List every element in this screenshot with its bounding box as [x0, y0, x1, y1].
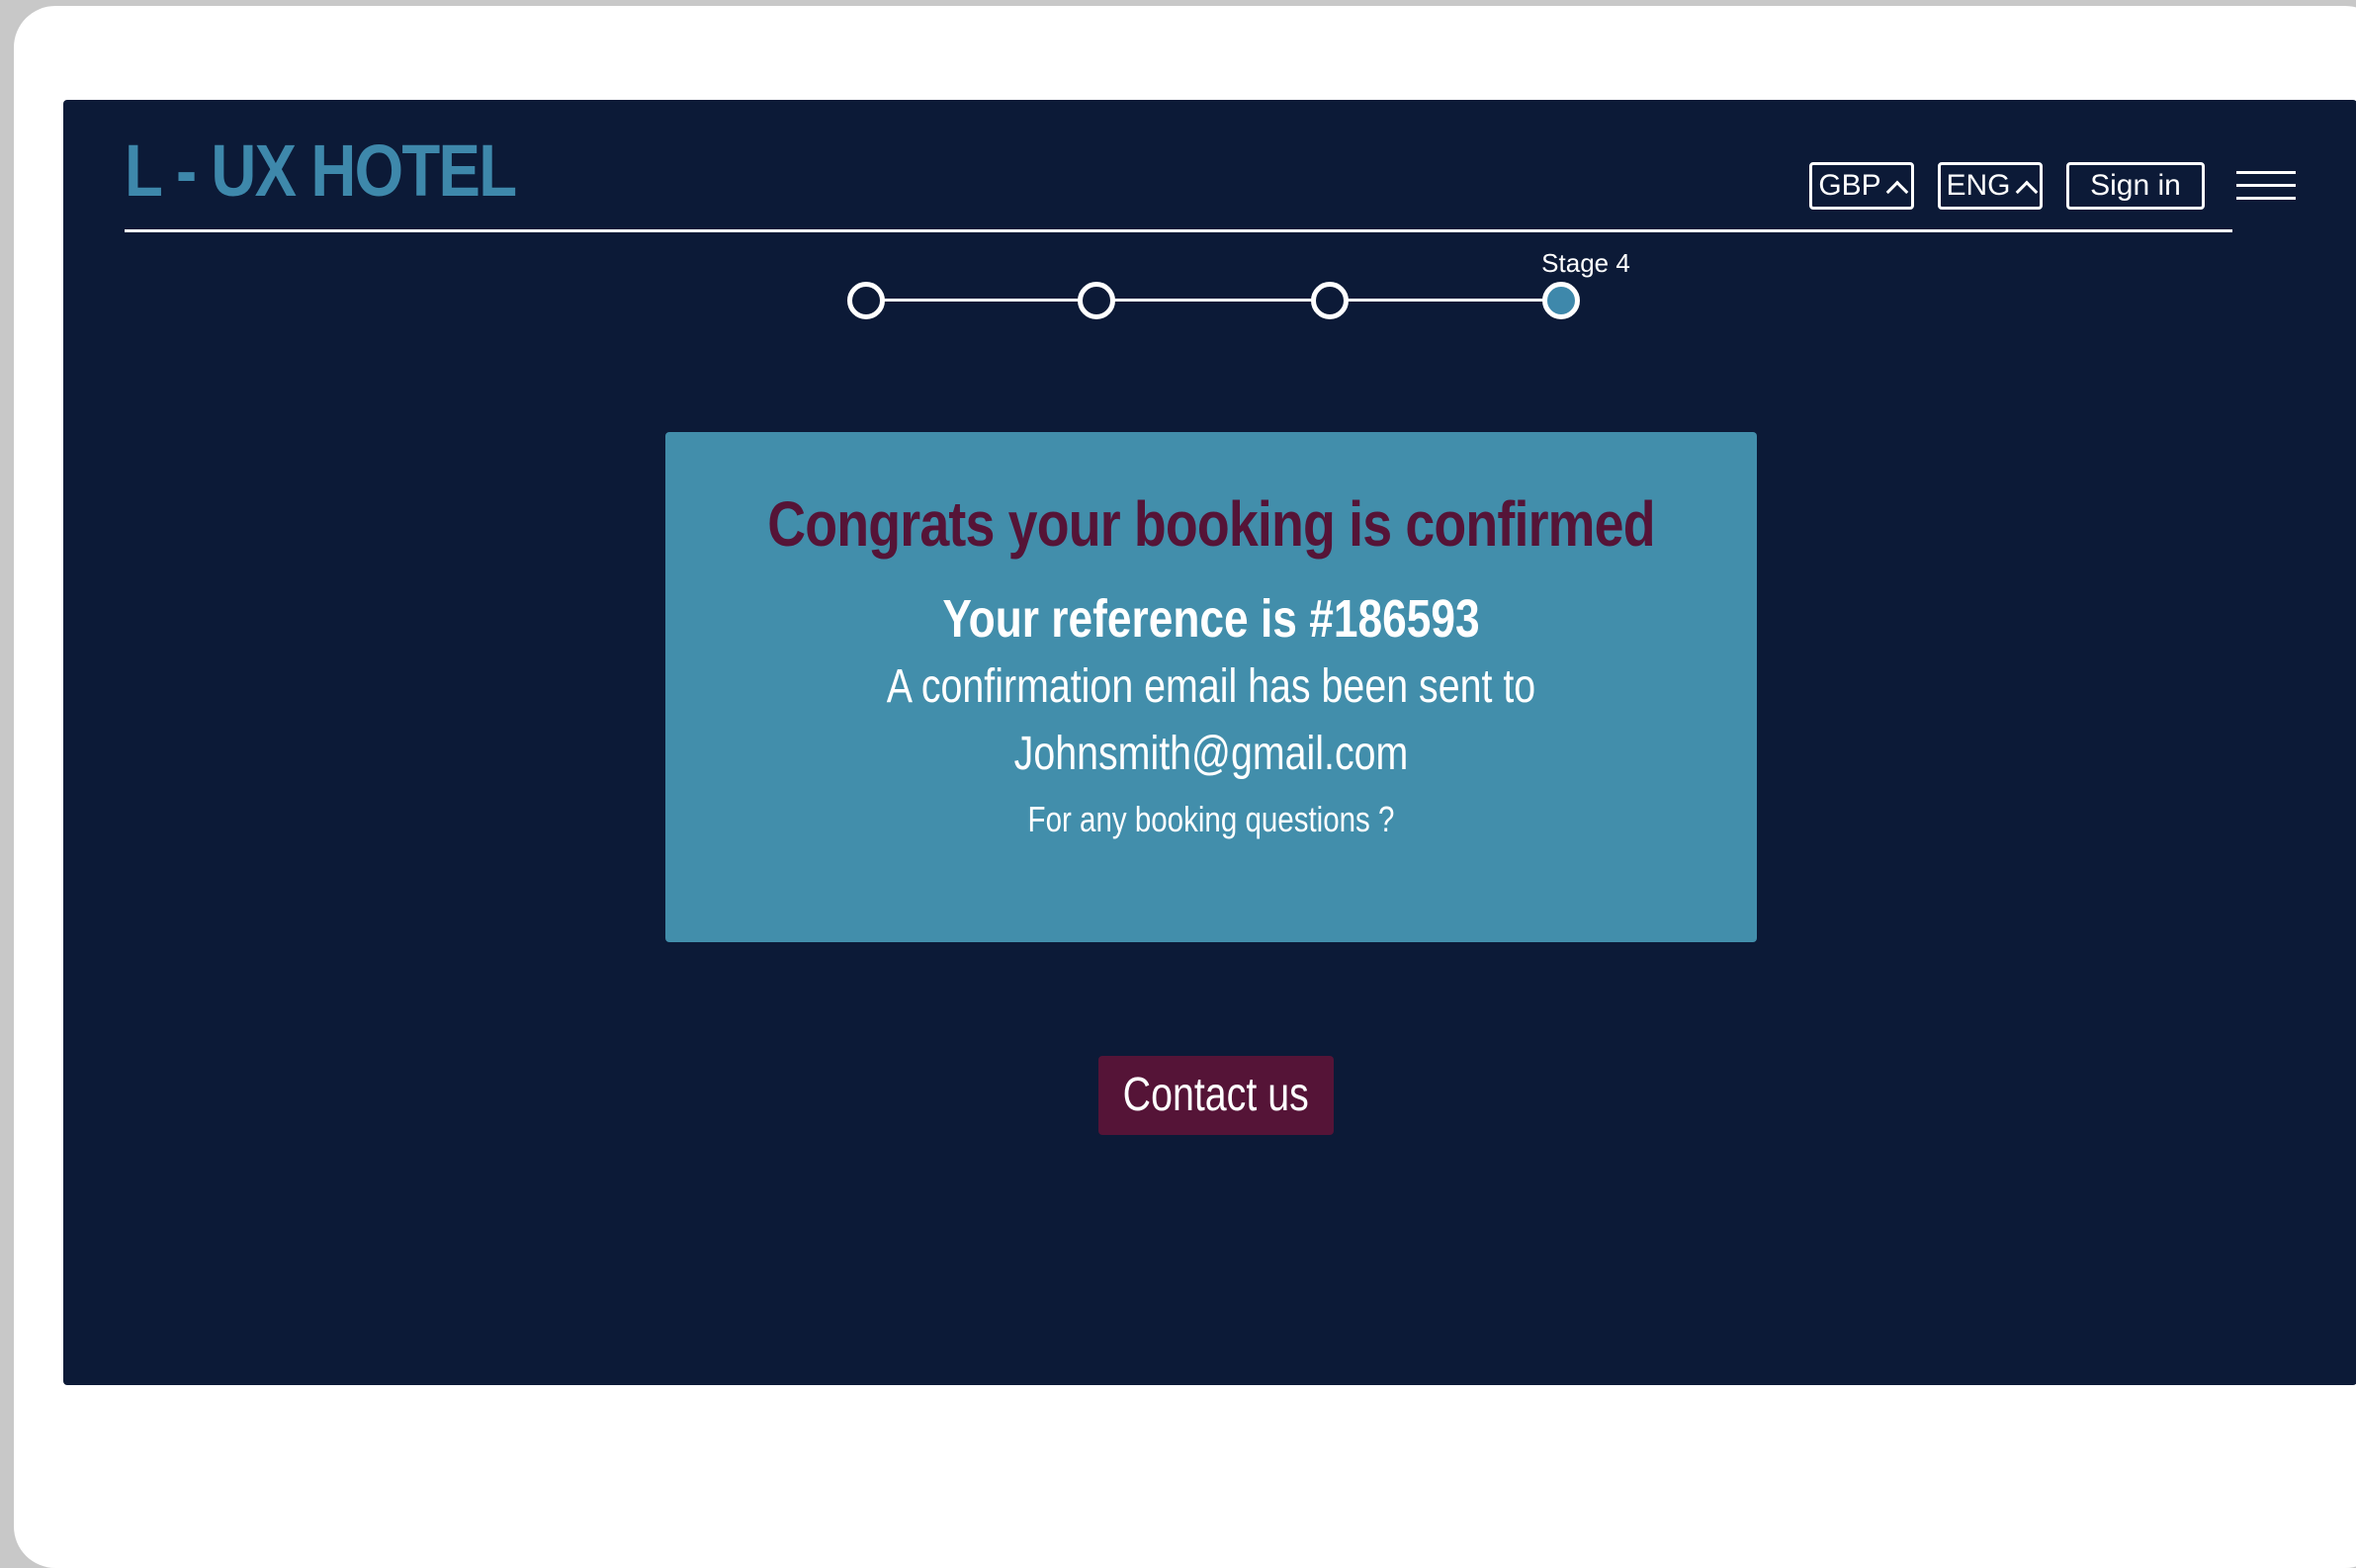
current-stage-label: Stage 4: [1541, 248, 1630, 278]
contact-us-button[interactable]: Contact us: [1098, 1056, 1334, 1135]
app-screen: L - UX HOTEL GBP ENG Sign in Stage 4 Con…: [63, 100, 2356, 1385]
contact-us-label: Contact us: [1122, 1069, 1310, 1121]
booking-questions-prompt: For any booking questions ?: [1027, 799, 1395, 839]
booking-reference: Your reference is #186593: [942, 589, 1480, 649]
confirmation-title: Congrats your booking is confirmed: [767, 488, 1655, 560]
step-4-dot-current[interactable]: [1542, 282, 1580, 319]
confirmation-card: Congrats your booking is confirmed Your …: [665, 432, 1757, 942]
confirmation-email-message: A confirmation email has been sent to: [886, 660, 1536, 713]
booking-progress-stepper: Stage 4: [63, 100, 2356, 337]
confirmation-email-address: Johnsmith@gmail.com: [1013, 728, 1409, 780]
device-frame: L - UX HOTEL GBP ENG Sign in Stage 4 Con…: [14, 6, 2356, 1568]
step-2-dot[interactable]: [1078, 282, 1115, 319]
step-3-dot[interactable]: [1311, 282, 1349, 319]
stepper-connector: [1347, 299, 1550, 302]
step-1-dot[interactable]: [847, 282, 885, 319]
stepper-connector: [1113, 299, 1317, 302]
stepper-connector: [882, 299, 1086, 302]
